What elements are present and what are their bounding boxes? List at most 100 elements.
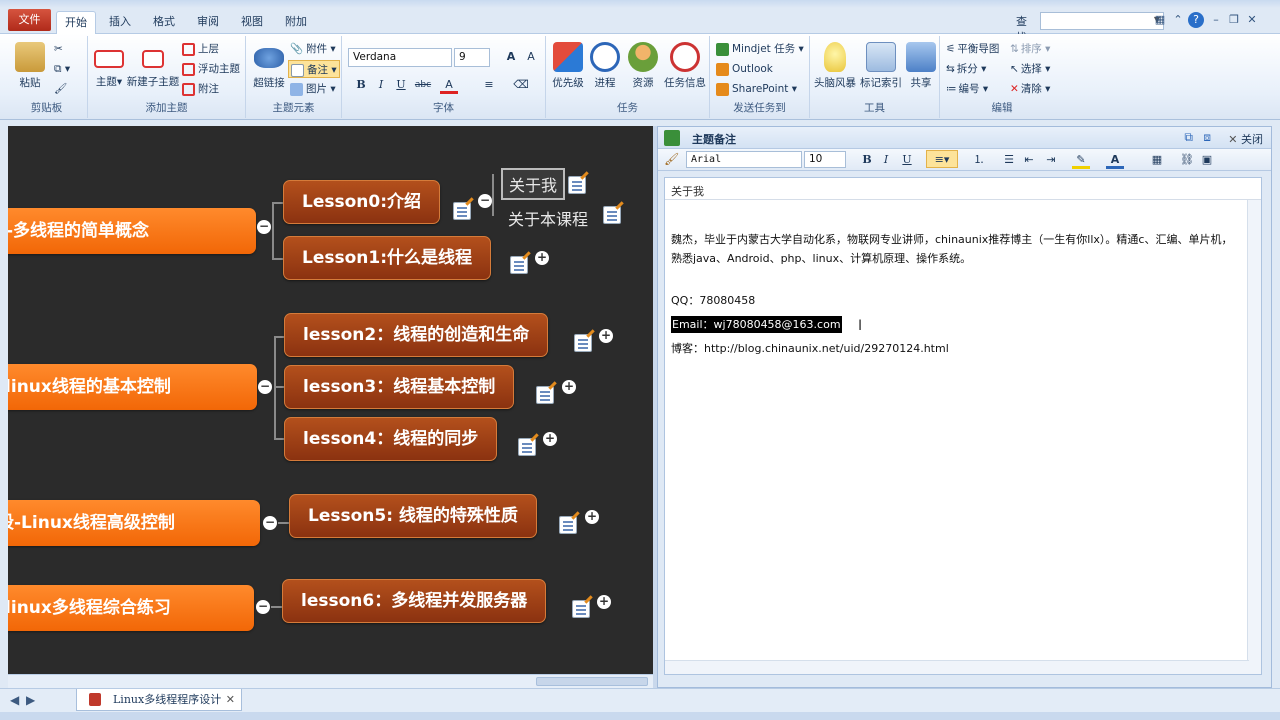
priority-button[interactable]: 优先级 — [550, 42, 586, 90]
note-icon[interactable] — [518, 438, 536, 456]
expand-toggle[interactable]: + — [543, 432, 557, 446]
underline-button[interactable]: U — [392, 76, 410, 94]
account-icon[interactable]: ▦ — [1152, 12, 1168, 28]
highlight-icon[interactable]: ✎ — [1072, 151, 1090, 169]
notes-font-select[interactable]: Arial — [686, 151, 802, 168]
ribbon-collapse-icon[interactable]: ⌃ — [1170, 12, 1186, 28]
topic-button[interactable]: 主题▾ — [94, 42, 124, 89]
hyperlink-button[interactable]: 超链接 — [252, 42, 286, 90]
notes-button[interactable]: 备注 ▾ — [288, 60, 340, 78]
subtopic-about-course[interactable]: 关于本课程 — [508, 206, 588, 230]
numbering-button[interactable]: ≔ 编号 ▾ — [946, 80, 988, 98]
main-topic[interactable]: 第三阶段-Linux线程高级控制 — [8, 500, 260, 546]
note-icon[interactable] — [536, 386, 554, 404]
clear-format-icon[interactable]: ⌫ — [512, 76, 530, 94]
main-topic[interactable]: 第四阶段-linux多线程综合练习 — [8, 585, 254, 631]
scroll-thumb[interactable] — [536, 677, 648, 686]
strike-button[interactable]: abc — [414, 76, 432, 94]
sheet-tab[interactable]: Linux多线程程序设计 ✕ — [76, 689, 242, 711]
copy-icon[interactable]: ⧉ ▾ — [54, 60, 70, 78]
outlook-button[interactable]: Outlook — [716, 60, 773, 78]
paste-button[interactable]: 粘贴 — [12, 42, 48, 90]
progress-button[interactable]: 进程 — [588, 42, 622, 90]
main-topic[interactable]: 第一阶段-多线程的简单概念 — [8, 208, 256, 254]
expand-toggle[interactable]: + — [599, 329, 613, 343]
bullet-list-icon[interactable]: ☰ — [1000, 151, 1018, 169]
shrink-font-icon[interactable]: A — [522, 48, 540, 66]
help-icon[interactable]: ? — [1188, 12, 1204, 28]
cut-icon[interactable]: ✂ — [54, 40, 63, 58]
subtopic[interactable]: lesson3：线程基本控制 — [284, 365, 515, 409]
table-icon[interactable]: ▦ — [1148, 151, 1166, 169]
indent-icon[interactable]: ⇥ — [1042, 151, 1060, 169]
notes-editor[interactable]: 关于我 魏杰，毕业于内蒙古大学自动化系，物联网专业讲师，chinaunix推荐博… — [664, 177, 1262, 675]
font-name-select[interactable]: Verdana — [348, 48, 452, 67]
callout-button[interactable]: 附注 — [182, 80, 219, 98]
tab-file[interactable]: 文件 — [8, 9, 51, 31]
collapse-toggle[interactable]: − — [256, 600, 270, 614]
attachment-button[interactable]: 📎 附件 ▾ — [290, 40, 336, 58]
subtopic[interactable]: lesson2：线程的创造和生命 — [284, 313, 549, 357]
picture-button[interactable]: 图片 ▾ — [290, 80, 336, 98]
note-icon[interactable] — [453, 202, 471, 220]
prev-sheet-icon[interactable]: ◀ — [10, 693, 19, 707]
grow-font-icon[interactable]: A — [502, 48, 520, 66]
task-info-button[interactable]: 任务信息 — [662, 42, 708, 90]
notes-vertical-scrollbar[interactable] — [1247, 200, 1261, 674]
numbered-list-icon[interactable]: ⒈ — [970, 151, 988, 169]
clear-button[interactable]: ✕ 清除 ▾ — [1010, 80, 1050, 98]
brainstorm-button[interactable]: 头脑风暴 — [812, 42, 858, 90]
note-icon[interactable] — [559, 516, 577, 534]
font-size-select[interactable]: 9 — [454, 48, 490, 67]
share-button[interactable]: 共享 — [906, 42, 936, 90]
tab-addins[interactable]: 附加 — [276, 11, 316, 34]
mindmap-canvas[interactable]: 第一阶段-多线程的简单概念 − Lesson0:介绍 − 关于我 关于本课程 L… — [8, 126, 653, 674]
close-icon[interactable]: ✕ — [1244, 12, 1260, 28]
note-icon[interactable] — [603, 206, 621, 224]
collapse-toggle[interactable]: − — [258, 380, 272, 394]
notes-size-select[interactable]: 10 — [804, 151, 846, 168]
note-icon[interactable] — [568, 176, 586, 194]
canvas-horizontal-scrollbar[interactable] — [8, 674, 653, 688]
tab-insert[interactable]: 插入 — [100, 11, 140, 34]
tab-review[interactable]: 审阅 — [188, 11, 228, 34]
index-button[interactable]: 标记索引 — [858, 42, 904, 90]
align-icon[interactable]: ≡ — [480, 76, 498, 94]
subtopic[interactable]: lesson4：线程的同步 — [284, 417, 498, 461]
sort-button[interactable]: ⇅ 排序 ▾ — [1010, 40, 1050, 58]
new-subtopic-button[interactable]: 新建子主题 — [126, 42, 180, 89]
font-color-icon[interactable]: A — [440, 76, 458, 94]
note-icon[interactable] — [510, 256, 528, 274]
outdent-icon[interactable]: ⇤ — [1020, 151, 1038, 169]
select-button[interactable]: ↖ 选择 ▾ — [1010, 60, 1050, 78]
expand-toggle[interactable]: + — [585, 510, 599, 524]
close-sheet-icon[interactable]: ✕ — [226, 689, 235, 710]
subtopic[interactable]: Lesson1:什么是线程 — [283, 236, 492, 280]
minimize-icon[interactable]: – — [1208, 12, 1224, 28]
link-icon[interactable]: ⛓ — [1178, 151, 1196, 169]
note-icon[interactable] — [574, 334, 592, 352]
search-input[interactable]: ▼ — [1040, 12, 1164, 30]
tab-format[interactable]: 格式 — [144, 11, 184, 34]
notes-align-left-button[interactable]: ≡▾ — [926, 150, 958, 168]
balance-map-button[interactable]: ⚟ 平衡导图 — [946, 40, 999, 58]
notes-underline-button[interactable]: U — [898, 151, 916, 169]
image-icon[interactable]: ▣ — [1198, 151, 1216, 169]
resource-button[interactable]: 资源 — [626, 42, 660, 90]
subtopic[interactable]: Lesson0:介绍 — [283, 180, 441, 224]
collapse-toggle[interactable]: − — [263, 516, 277, 530]
split-button[interactable]: ⇆ 拆分 ▾ — [946, 60, 986, 78]
notes-horizontal-scrollbar[interactable] — [665, 660, 1249, 674]
notes-italic-button[interactable]: I — [877, 151, 895, 169]
bold-button[interactable]: B — [352, 76, 370, 94]
main-topic[interactable]: 第二阶段-linux线程的基本控制 — [8, 364, 257, 410]
italic-button[interactable]: I — [372, 76, 390, 94]
notes-bold-button[interactable]: B — [858, 151, 876, 169]
next-sheet-icon[interactable]: ▶ — [26, 693, 35, 707]
collapse-toggle[interactable]: − — [478, 194, 492, 208]
restore-icon[interactable]: ❐ — [1226, 12, 1242, 28]
floating-topic-button[interactable]: 浮动主题 — [182, 60, 240, 78]
format-painter-icon[interactable]: 🖌 — [54, 80, 67, 98]
subtopic-about-me[interactable]: 关于我 — [501, 168, 566, 200]
note-icon[interactable] — [572, 600, 590, 618]
